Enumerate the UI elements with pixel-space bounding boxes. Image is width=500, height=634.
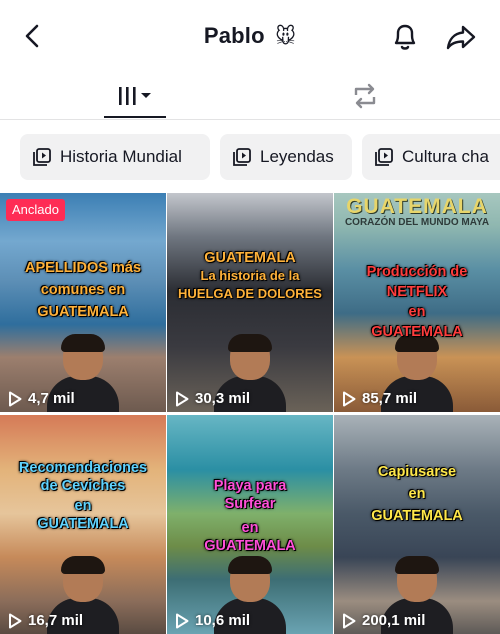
- overlay-line: Playa para: [213, 478, 287, 494]
- overlay-line: La historia de la: [200, 268, 300, 283]
- profile-title: Pablo 🐭: [0, 22, 500, 50]
- active-tab-indicator: [104, 116, 166, 118]
- overlay-line: Recomendaciones: [18, 460, 148, 476]
- mouse-emoji: 🐭: [275, 24, 297, 48]
- view-count-text: 10,6 mil: [195, 612, 251, 629]
- video-thumbnail[interactable]: GUATEMALA La historia de la HUELGA DE DO…: [167, 193, 333, 412]
- view-count: 30,3 mil: [175, 390, 250, 407]
- overlay-line: en: [408, 486, 426, 502]
- overlay-line: GUATEMALA: [204, 250, 296, 266]
- bell-icon: [394, 24, 416, 50]
- overlay-line: HUELGA DE DOLORES: [178, 286, 322, 301]
- view-count: 16,7 mil: [8, 612, 83, 629]
- thumbnail-banner: GUATEMALA: [346, 195, 488, 218]
- view-count-text: 200,1 mil: [362, 612, 426, 629]
- overlay-line: GUATEMALA: [371, 324, 463, 340]
- playlist-chip[interactable]: Leyendas: [220, 134, 352, 180]
- view-count-text: 16,7 mil: [28, 612, 84, 629]
- profile-tabs: [0, 72, 500, 120]
- profile-name: Pablo: [203, 23, 265, 48]
- top-bar: Pablo 🐭: [0, 0, 500, 72]
- tab-videos[interactable]: [104, 72, 166, 120]
- view-count-text: 85,7 mil: [362, 390, 418, 407]
- playlists-row: Historia Mundial Leyendas Cultura cha: [0, 120, 500, 192]
- overlay-line: GUATEMALA: [37, 516, 129, 532]
- playlist-label: Cultura cha: [402, 147, 489, 166]
- play-icon: [176, 391, 189, 406]
- view-count: 4,7 mil: [8, 390, 75, 407]
- view-count: 85,7 mil: [342, 390, 417, 407]
- overlay-line: NETFLIX: [386, 284, 448, 300]
- overlay-line: GUATEMALA: [204, 538, 296, 554]
- playlist-label: Leyendas: [260, 147, 334, 166]
- share-button[interactable]: [444, 20, 478, 54]
- playlist-chip[interactable]: Historia Mundial: [20, 134, 210, 180]
- grid-columns-icon: [119, 87, 151, 105]
- thumbnail-banner-sub: CORAZÓN DEL MUNDO MAYA: [344, 217, 490, 228]
- tab-reposts[interactable]: [334, 72, 396, 120]
- play-icon: [343, 391, 356, 406]
- share-arrow-icon: [446, 25, 476, 50]
- view-count-text: 30,3 mil: [195, 390, 251, 407]
- overlay-line: APELLIDOS más: [24, 260, 142, 276]
- video-thumbnail[interactable]: Playa para Surfear en GUATEMALA 10,6 mil: [167, 415, 333, 634]
- overlay-line: GUATEMALA: [371, 508, 463, 524]
- view-count: 200,1 mil: [342, 612, 425, 629]
- playlist-icon: [375, 148, 393, 166]
- video-grid: Anclado APELLIDOS más comunes en GUATEMA…: [0, 193, 500, 634]
- overlay-line: en: [408, 304, 426, 320]
- overlay-line: Producción de: [366, 264, 468, 280]
- video-thumbnail[interactable]: Anclado APELLIDOS más comunes en GUATEMA…: [0, 193, 166, 412]
- play-icon: [9, 613, 22, 628]
- overlay-line: Capiusarse: [377, 464, 457, 480]
- play-icon: [343, 613, 356, 628]
- overlay-line: GUATEMALA: [37, 304, 129, 320]
- video-thumbnail[interactable]: Capiusarse en GUATEMALA 200,1 mil: [334, 415, 500, 634]
- playlist-label: Historia Mundial: [60, 147, 182, 166]
- playlist-chip[interactable]: Cultura cha: [362, 134, 500, 180]
- video-thumbnail[interactable]: GUATEMALA CORAZÓN DEL MUNDO MAYA Producc…: [334, 193, 500, 412]
- overlay-line: en: [74, 498, 92, 514]
- view-count-text: 4,7 mil: [28, 390, 75, 407]
- overlay-line: de Ceviches: [40, 478, 126, 494]
- view-count: 10,6 mil: [175, 612, 250, 629]
- overlay-line: Surfear: [224, 496, 276, 512]
- playlist-icon: [33, 148, 51, 166]
- play-icon: [9, 391, 22, 406]
- overlay-line: comunes en: [40, 282, 126, 298]
- pinned-badge: Anclado: [6, 199, 65, 221]
- overlay-line: en: [241, 520, 259, 536]
- play-icon: [176, 613, 189, 628]
- playlist-icon: [233, 148, 251, 166]
- video-thumbnail[interactable]: Recomendaciones de Ceviches en GUATEMALA…: [0, 415, 166, 634]
- notifications-button[interactable]: [388, 20, 422, 54]
- repost-icon: [354, 83, 376, 109]
